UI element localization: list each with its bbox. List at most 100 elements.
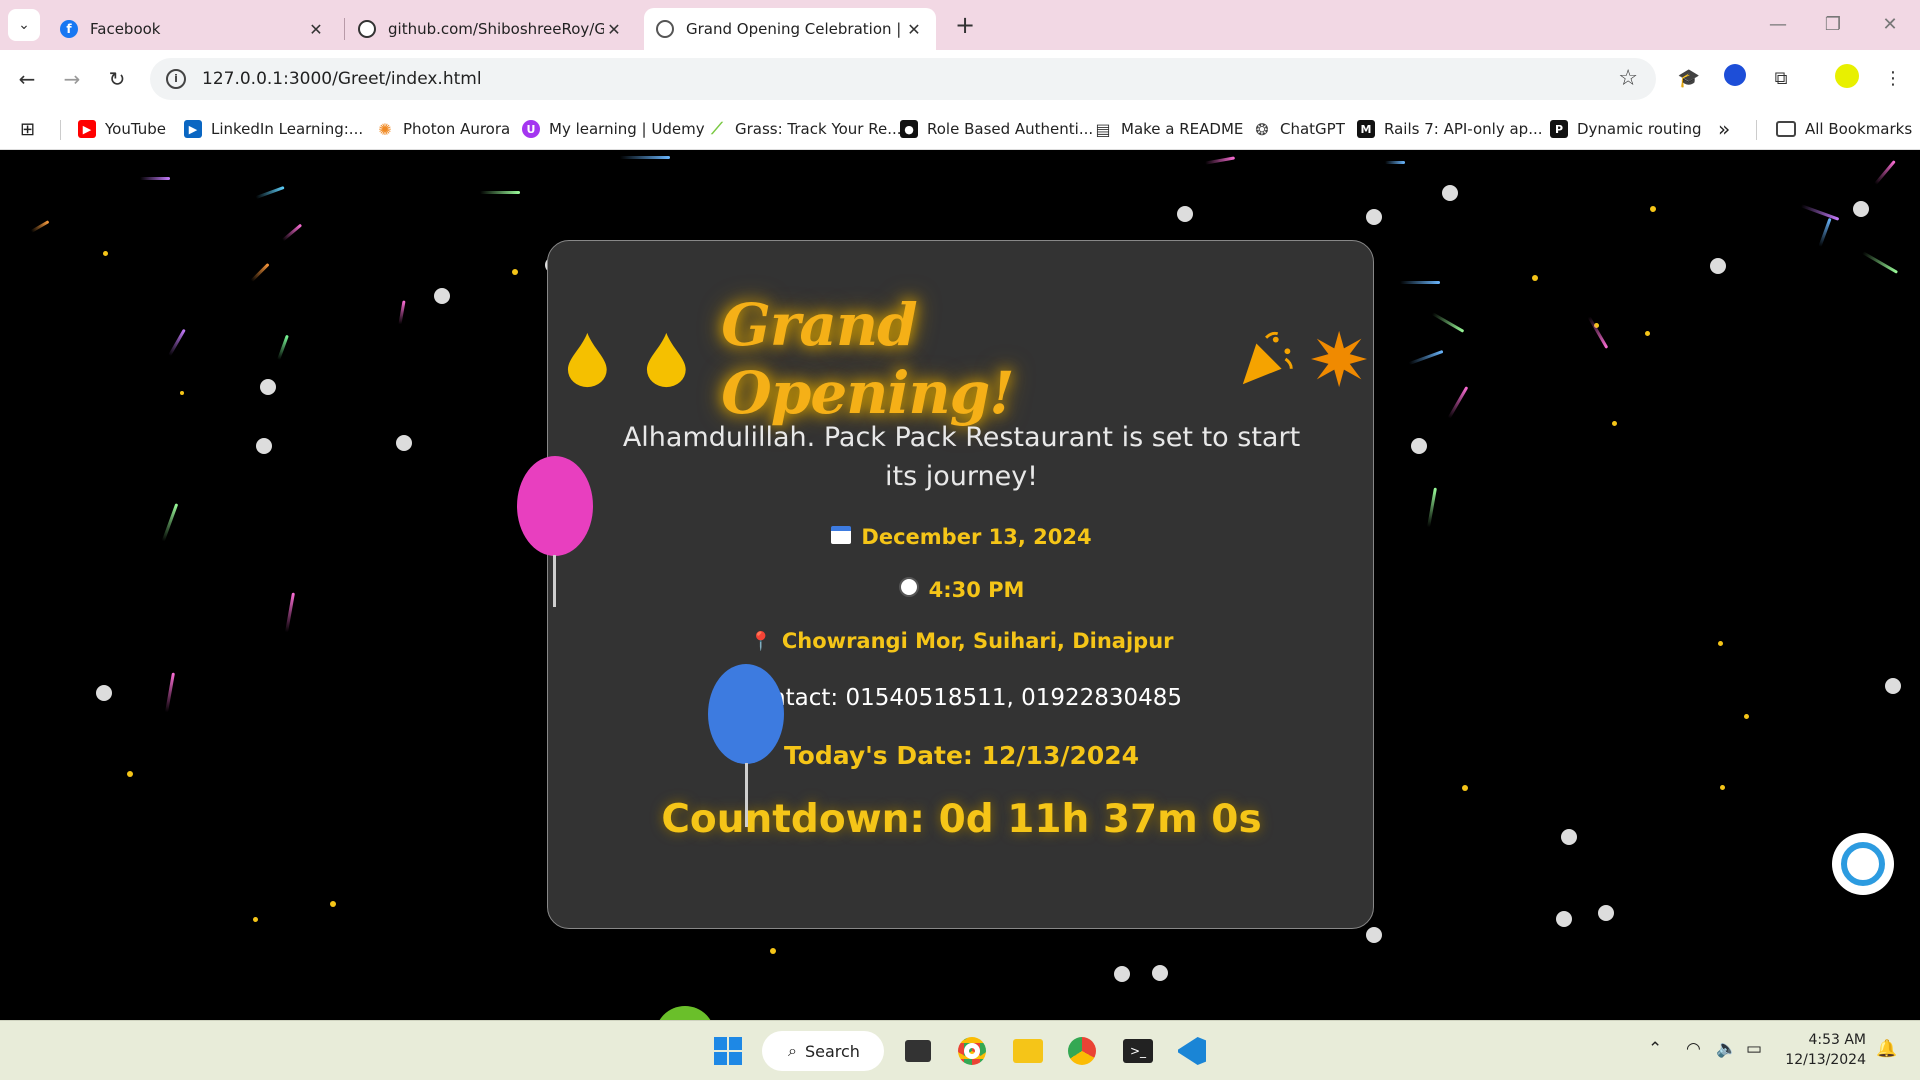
balloon-pink: [517, 456, 593, 556]
firework-spark: [330, 901, 336, 907]
tab-grand-opening[interactable]: Grand Opening Celebration | Pa ✕: [644, 8, 936, 50]
restore-icon[interactable]: ❐: [1813, 10, 1853, 40]
bookmark-linkedin-learning[interactable]: ▶ LinkedIn Learning:...: [184, 116, 363, 142]
firework-trail: [281, 223, 303, 242]
bookmark-label: Photon Aurora: [403, 120, 511, 138]
grass-icon: ⟋: [711, 119, 723, 138]
all-bookmarks-button[interactable]: All Bookmarks: [1776, 116, 1912, 142]
flame-icon: [567, 332, 607, 388]
firework-trail: [1861, 251, 1899, 274]
bookmark-make-readme[interactable]: ▤ Make a README: [1094, 116, 1243, 142]
bookmark-label: Dynamic routing: [1577, 120, 1702, 138]
taskbar: ⌕ Search >_ ⌃ ◠ 🔈 ▭ 4:53 AM 12/13/2024 🔔: [0, 1020, 1920, 1080]
snow-particle: [1366, 209, 1382, 225]
tray-chevron-up-icon[interactable]: ⌃: [1648, 1039, 1662, 1059]
snow-particle: [434, 288, 450, 304]
bookmark-photon-aurora[interactable]: ✺ Photon Aurora: [376, 116, 510, 142]
chrome-profile-icon[interactable]: [1064, 1033, 1100, 1069]
bookmark-youtube[interactable]: ▶ YouTube: [78, 116, 166, 142]
event-time: 4:30 PM: [548, 577, 1375, 602]
snow-particle: [396, 435, 412, 451]
windows-start-icon[interactable]: [710, 1033, 746, 1069]
event-date-text: December 13, 2024: [861, 525, 1092, 549]
firework-trail: [1447, 386, 1469, 419]
chrome-icon[interactable]: [954, 1033, 990, 1069]
graduation-cap-icon[interactable]: 🎓: [1674, 64, 1704, 94]
bookmark-dynamic-routing[interactable]: P Dynamic routing: [1550, 116, 1702, 142]
wifi-icon[interactable]: ◠: [1686, 1039, 1701, 1059]
github-icon: [358, 20, 376, 38]
firework-spark: [180, 391, 184, 395]
bookmark-label: ChatGPT: [1280, 120, 1345, 138]
bookmark-star-icon[interactable]: ☆: [1618, 66, 1638, 91]
system-clock[interactable]: 4:53 AM 12/13/2024: [1782, 1030, 1866, 1070]
file-explorer-icon[interactable]: [1010, 1033, 1046, 1069]
minimize-icon[interactable]: —: [1758, 10, 1798, 40]
bookmark-label: My learning | Udemy: [549, 120, 705, 138]
document-icon: ▤: [1095, 119, 1111, 139]
firework-spark: [1650, 206, 1656, 212]
terminal-icon[interactable]: >_: [1120, 1033, 1156, 1069]
calendar-icon: [831, 525, 852, 549]
bookmark-label: Role Based Authenti...: [927, 120, 1094, 138]
tab-github[interactable]: github.com/ShiboshreeRoy/Gra ✕: [346, 8, 636, 50]
balloon-green: [655, 1006, 715, 1020]
subtitle: Alhamdulillah. Pack Pack Restaurant is s…: [622, 422, 1301, 492]
snow-particle: [1853, 201, 1869, 217]
snow-particle: [1152, 965, 1168, 981]
bookmark-chatgpt[interactable]: ❂ ChatGPT: [1253, 116, 1345, 142]
celebration-card: Grand Opening! Alhamdulillah. Pack Pack …: [547, 240, 1374, 929]
close-icon[interactable]: ✕: [604, 20, 624, 39]
bookmark-grass[interactable]: ⟋ Grass: Track Your Re...: [708, 116, 901, 142]
snow-particle: [260, 379, 276, 395]
balloon-string: [553, 555, 556, 607]
facebook-icon: f: [60, 20, 78, 38]
taskbar-search[interactable]: ⌕ Search: [762, 1031, 884, 1071]
vscode-icon[interactable]: [1174, 1033, 1210, 1069]
battery-icon[interactable]: ▭: [1746, 1039, 1762, 1059]
window-close-icon[interactable]: ✕: [1870, 10, 1910, 40]
firework-trail: [255, 185, 285, 200]
bookmarks-divider: [1756, 120, 1757, 140]
bookmark-udemy[interactable]: U My learning | Udemy: [522, 116, 705, 142]
site-info-icon[interactable]: i: [166, 69, 186, 89]
firework-spark: [1718, 641, 1723, 646]
more-bookmarks-button[interactable]: »: [1718, 116, 1730, 142]
forward-arrow-icon[interactable]: →: [57, 64, 87, 94]
back-arrow-icon[interactable]: ←: [12, 64, 42, 94]
snow-particle: [1177, 206, 1193, 222]
bookmark-label: Rails 7: API-only ap...: [1384, 120, 1543, 138]
snow-particle: [1598, 905, 1614, 921]
contact-info: Contact: 01540518511, 01922830485: [740, 685, 1183, 711]
volume-icon[interactable]: 🔈: [1716, 1039, 1737, 1059]
firework-trail: [1874, 160, 1896, 185]
firework-trail: [620, 156, 670, 159]
tab-search-button[interactable]: ⌄: [8, 9, 40, 41]
task-view-icon[interactable]: [900, 1033, 936, 1069]
profile-avatar[interactable]: [1832, 64, 1862, 94]
firework-spark: [1645, 331, 1650, 336]
reload-icon[interactable]: ↻: [102, 64, 132, 94]
assistant-icon: [1841, 842, 1885, 886]
bookmark-role-based-auth[interactable]: ● Role Based Authenti...: [900, 116, 1093, 142]
menu-kebab-icon[interactable]: ⋮: [1878, 64, 1908, 94]
firework-trail: [1800, 204, 1840, 221]
snow-particle: [1556, 911, 1572, 927]
bookmark-rails-api[interactable]: M Rails 7: API-only ap...: [1357, 116, 1543, 142]
notification-bell-icon[interactable]: 🔔: [1876, 1039, 1897, 1059]
snow-particle: [96, 685, 112, 701]
close-icon[interactable]: ✕: [904, 20, 924, 39]
clock-time: 4:53 AM: [1808, 1032, 1866, 1048]
address-bar[interactable]: i 127.0.0.1:3000/Greet/index.html ☆: [150, 58, 1656, 100]
firework-trail: [250, 262, 270, 283]
new-tab-button[interactable]: +: [950, 10, 980, 40]
assistant-float-button[interactable]: [1832, 833, 1894, 895]
medium-icon: M: [1357, 120, 1375, 138]
extension-circle-icon[interactable]: [1720, 64, 1750, 94]
chevron-down-icon: ⌄: [18, 17, 30, 33]
tab-facebook[interactable]: f Facebook ✕: [48, 8, 338, 50]
close-icon[interactable]: ✕: [306, 20, 326, 39]
puzzle-icon[interactable]: ⧉: [1766, 64, 1796, 94]
firework-spark: [103, 251, 108, 256]
apps-grid-icon[interactable]: ⊞: [20, 116, 35, 142]
